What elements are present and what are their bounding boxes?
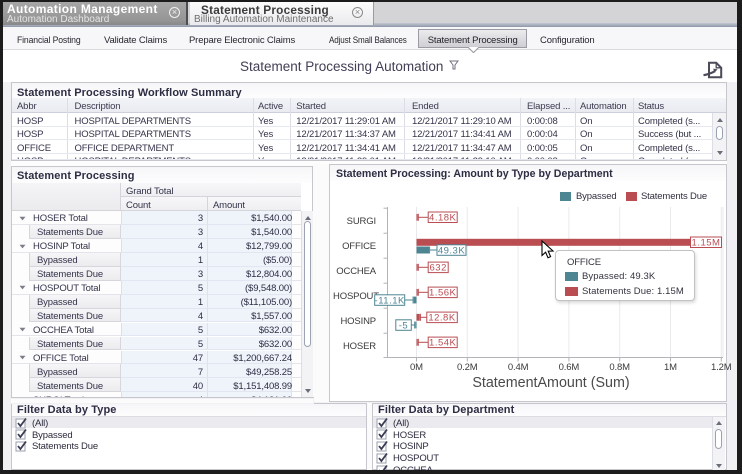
svg-text:-5: -5	[399, 320, 408, 331]
svg-text:12.8K: 12.8K	[428, 313, 455, 324]
svg-text:49.3K: 49.3K	[438, 245, 465, 256]
svg-text:1.15M: 1.15M	[692, 238, 721, 249]
svg-text:4.18K: 4.18K	[429, 213, 456, 224]
svg-text:1.54K: 1.54K	[429, 338, 456, 349]
svg-text:-11.1K: -11.1K	[375, 295, 405, 306]
svg-text:1.56K: 1.56K	[429, 288, 456, 299]
svg-text:632: 632	[430, 263, 447, 274]
